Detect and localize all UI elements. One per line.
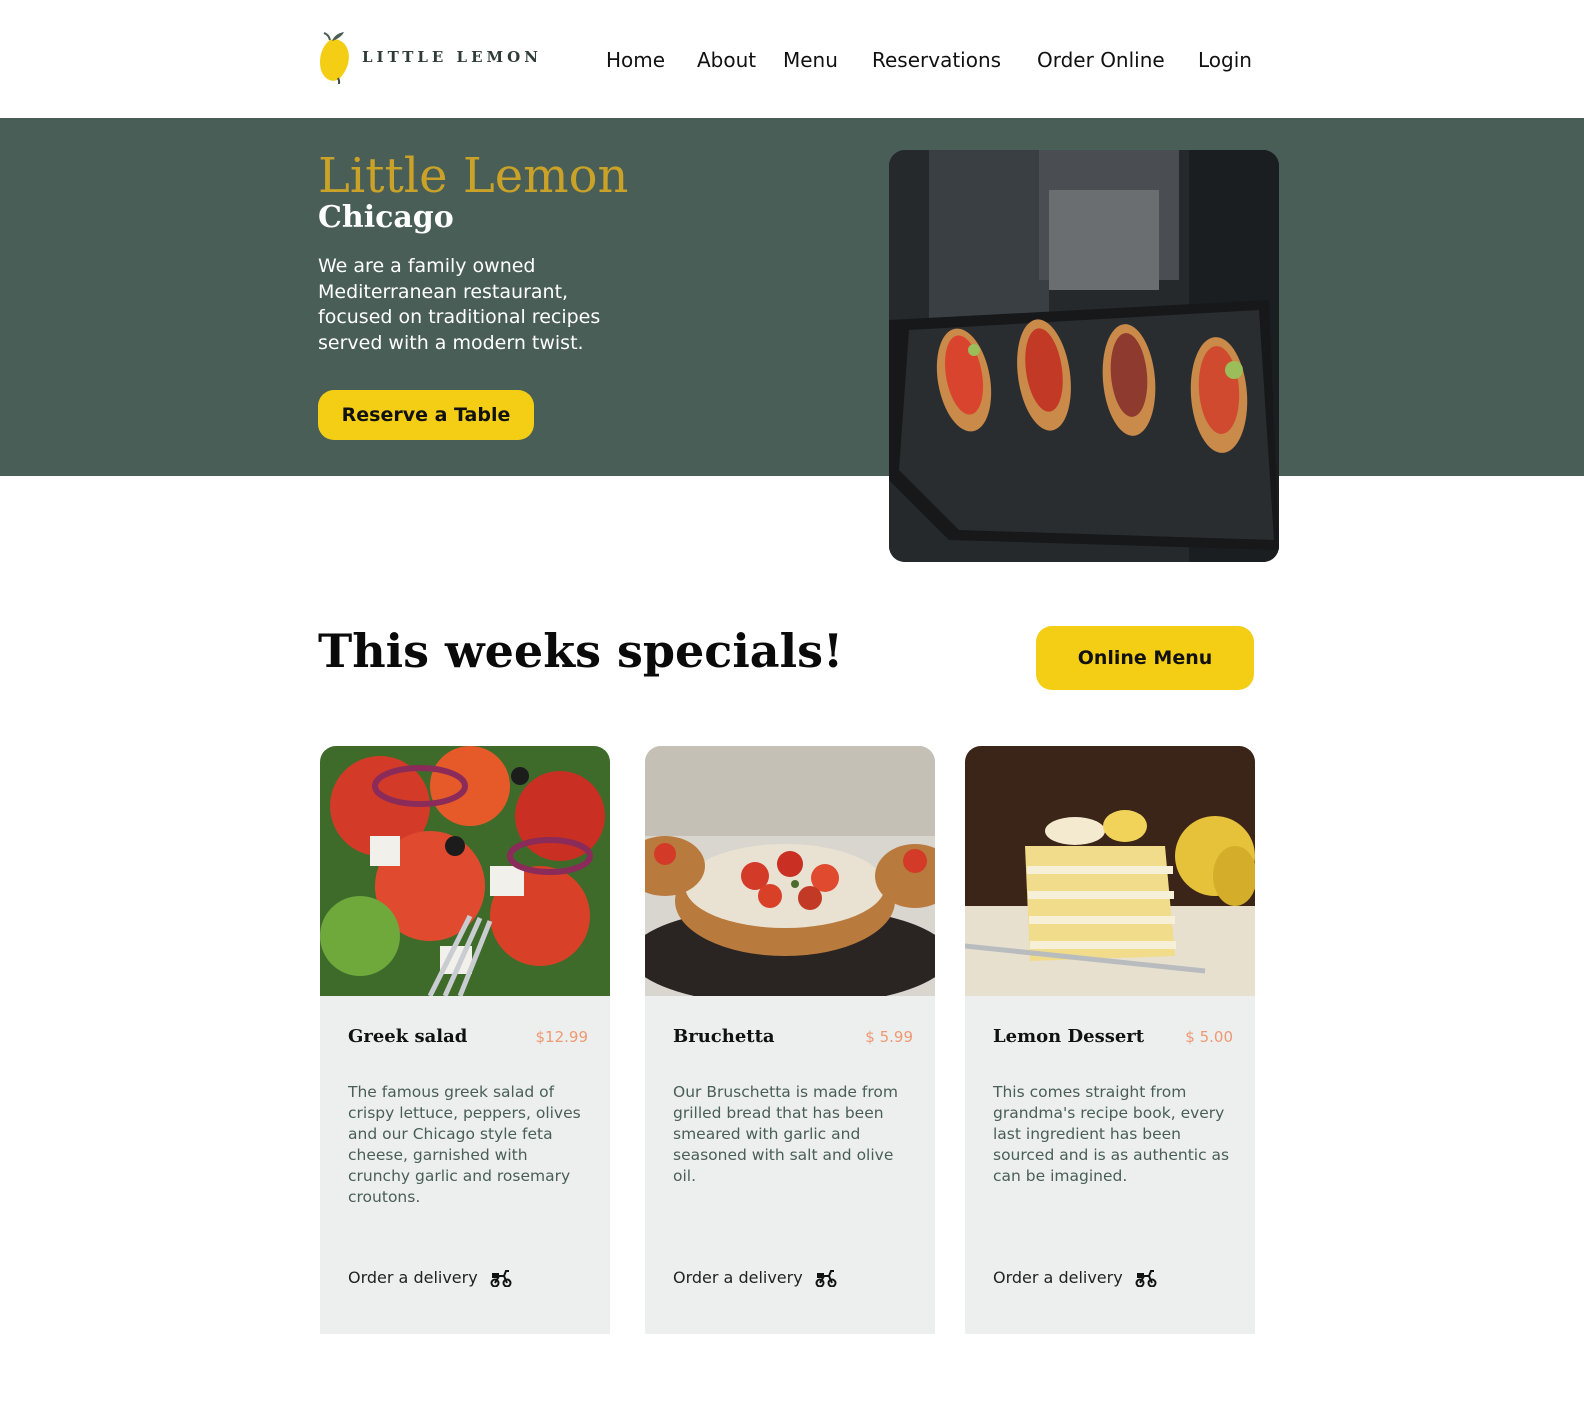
hero-title: Little Lemon: [318, 148, 629, 204]
delivery-scooter-icon: [815, 1269, 837, 1287]
order-delivery-label: Order a delivery: [348, 1268, 478, 1287]
site-header: LITTLE LEMON Home About Menu Reservation…: [0, 0, 1584, 118]
delivery-scooter-icon: [490, 1269, 512, 1287]
greek-salad-image: [320, 746, 610, 996]
order-delivery-link[interactable]: Order a delivery: [993, 1268, 1157, 1287]
nav-reservations[interactable]: Reservations: [872, 48, 1001, 72]
order-delivery-label: Order a delivery: [673, 1268, 803, 1287]
nav-menu[interactable]: Menu: [783, 48, 838, 72]
nav-home[interactable]: Home: [606, 48, 665, 72]
card-description: Our Bruschetta is made from grilled brea…: [673, 1083, 898, 1185]
hero-subtitle: Chicago: [318, 200, 454, 235]
order-delivery-label: Order a delivery: [993, 1268, 1123, 1287]
card-title: Greek salad: [348, 1026, 468, 1047]
special-card-bruchetta: Bruchetta $ 5.99 Our Bruschetta is made …: [645, 746, 935, 1334]
nav-order-online[interactable]: Order Online: [1037, 48, 1165, 72]
card-title: Bruchetta: [673, 1026, 775, 1047]
card-description: This comes straight from grandma's recip…: [993, 1083, 1230, 1185]
reserve-table-button[interactable]: Reserve a Table: [318, 390, 534, 440]
logo-text: LITTLE LEMON: [362, 48, 542, 66]
nav-login[interactable]: Login: [1198, 48, 1252, 72]
special-card-lemon-dessert: Lemon Dessert $ 5.00 This comes straight…: [965, 746, 1255, 1334]
order-delivery-link[interactable]: Order a delivery: [673, 1268, 837, 1287]
card-title: Lemon Dessert: [993, 1026, 1145, 1047]
specials-title: This weeks specials!: [318, 624, 844, 678]
special-card-greek-salad: Greek salad $12.99 The famous greek sala…: [320, 746, 610, 1334]
lemon-logo-icon: [320, 32, 349, 84]
nav-about[interactable]: About: [697, 48, 756, 72]
online-menu-button[interactable]: Online Menu: [1036, 626, 1254, 690]
bruchetta-image: [645, 746, 935, 996]
delivery-scooter-icon: [1135, 1269, 1157, 1287]
card-description: The famous greek salad of crispy lettuce…: [348, 1083, 581, 1206]
hero-description: We are a family owned Mediterranean rest…: [318, 255, 601, 354]
lemon-dessert-image: [965, 746, 1255, 996]
card-price: $12.99: [535, 1028, 589, 1046]
logo[interactable]: LITTLE LEMON: [318, 30, 542, 84]
order-delivery-link[interactable]: Order a delivery: [348, 1268, 512, 1287]
card-price: $ 5.00: [1185, 1028, 1233, 1046]
hero-section: [0, 118, 1584, 476]
card-price: $ 5.99: [865, 1028, 913, 1046]
hero-image: [889, 150, 1279, 562]
